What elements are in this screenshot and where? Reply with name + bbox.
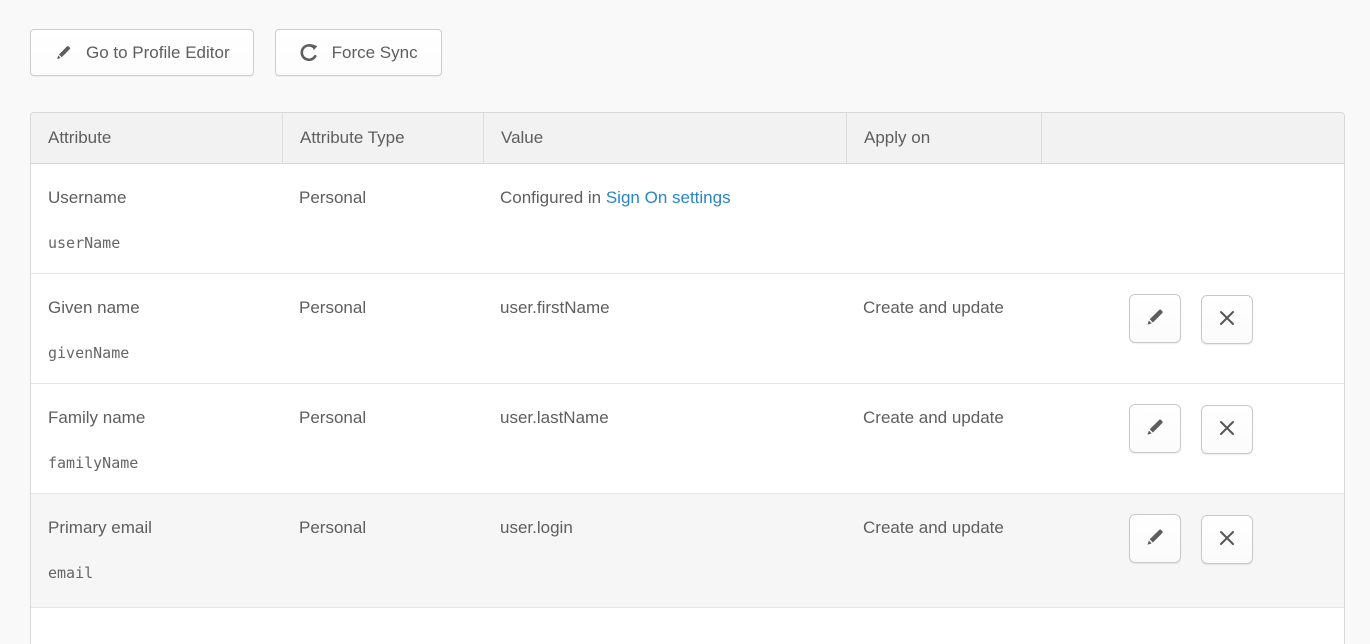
close-icon bbox=[1217, 528, 1237, 551]
sign-on-settings-link[interactable]: Sign On settings bbox=[606, 188, 731, 207]
force-sync-button[interactable]: Force Sync bbox=[275, 29, 442, 76]
attribute-type-cell: Personal bbox=[282, 384, 483, 494]
force-sync-label: Force Sync bbox=[332, 43, 418, 63]
value-text: Configured in bbox=[500, 188, 606, 207]
delete-attribute-button[interactable] bbox=[1201, 295, 1253, 344]
edit-attribute-button[interactable] bbox=[1129, 514, 1181, 563]
attribute-variable-name: email bbox=[48, 564, 274, 582]
pencil-icon bbox=[1144, 526, 1166, 551]
attribute-variable-name: givenName bbox=[48, 344, 274, 362]
table-row-family-name: Family name familyName Personal user.las… bbox=[31, 384, 1344, 494]
edit-attribute-button[interactable] bbox=[1129, 294, 1181, 343]
apply-on-cell: Create and update bbox=[846, 274, 1041, 384]
column-header-value: Value bbox=[483, 113, 846, 164]
go-to-profile-editor-label: Go to Profile Editor bbox=[86, 43, 230, 63]
delete-attribute-button[interactable] bbox=[1201, 515, 1253, 564]
close-icon bbox=[1217, 308, 1237, 331]
apply-on-cell: Create and update bbox=[846, 494, 1041, 608]
column-header-attribute: Attribute bbox=[31, 113, 282, 164]
pencil-icon bbox=[1144, 306, 1166, 331]
attribute-type-cell: Personal bbox=[282, 164, 483, 274]
refresh-icon bbox=[299, 43, 319, 63]
value-cell: user.lastName bbox=[483, 384, 846, 494]
attribute-type-cell: Personal bbox=[282, 494, 483, 608]
attribute-variable-name: familyName bbox=[48, 454, 274, 472]
table-row-partial bbox=[31, 608, 1344, 644]
attribute-label: Given name bbox=[48, 298, 274, 318]
table-row-primary-email: Primary email email Personal user.login … bbox=[31, 494, 1344, 608]
pencil-icon bbox=[54, 43, 73, 62]
attribute-label: Username bbox=[48, 188, 274, 208]
table-row-given-name: Given name givenName Personal user.first… bbox=[31, 274, 1344, 384]
attribute-label: Family name bbox=[48, 408, 274, 428]
table-row-username: Username userName Personal Configured in… bbox=[31, 164, 1344, 274]
apply-on-cell: Create and update bbox=[846, 384, 1041, 494]
actions-cell bbox=[1041, 274, 1344, 384]
toolbar: Go to Profile Editor Force Sync bbox=[0, 0, 1370, 76]
attribute-type-cell: Personal bbox=[282, 274, 483, 384]
apply-on-cell bbox=[846, 164, 1041, 274]
go-to-profile-editor-button[interactable]: Go to Profile Editor bbox=[30, 29, 254, 76]
value-cell: user.firstName bbox=[483, 274, 846, 384]
close-icon bbox=[1217, 418, 1237, 441]
actions-cell bbox=[1041, 164, 1344, 274]
attribute-mapping-table: Attribute Attribute Type Value Apply on … bbox=[30, 112, 1345, 644]
column-header-attribute-type: Attribute Type bbox=[282, 113, 483, 164]
value-cell: Configured in Sign On settings bbox=[483, 164, 846, 274]
actions-cell bbox=[1041, 494, 1344, 608]
attribute-variable-name: userName bbox=[48, 234, 274, 252]
column-header-apply-on: Apply on bbox=[846, 113, 1041, 164]
table-header-row: Attribute Attribute Type Value Apply on bbox=[31, 113, 1344, 164]
column-header-actions bbox=[1041, 113, 1344, 164]
edit-attribute-button[interactable] bbox=[1129, 404, 1181, 453]
value-cell: user.login bbox=[483, 494, 846, 608]
pencil-icon bbox=[1144, 416, 1166, 441]
attribute-label: Primary email bbox=[48, 518, 274, 538]
delete-attribute-button[interactable] bbox=[1201, 405, 1253, 454]
actions-cell bbox=[1041, 384, 1344, 494]
